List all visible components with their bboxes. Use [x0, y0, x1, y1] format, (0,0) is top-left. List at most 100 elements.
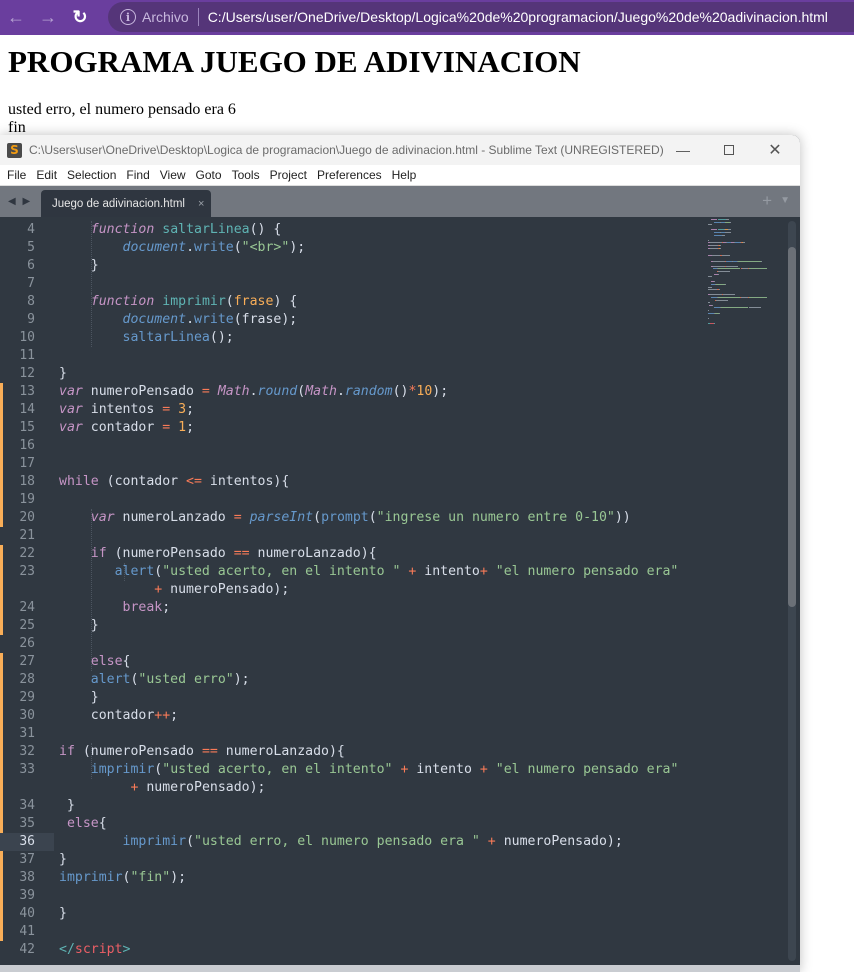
code-line[interactable]: 42 </script>	[0, 941, 700, 959]
tab-close-icon[interactable]: ×	[198, 198, 204, 210]
menu-tools[interactable]: Tools	[227, 168, 265, 182]
minimize-button[interactable]: —	[660, 135, 706, 165]
code-text: var numeroLanzado = parseInt(prompt("ing…	[59, 509, 631, 527]
back-button[interactable]: ←	[0, 0, 32, 35]
line-number: 27	[19, 654, 35, 669]
code-token: }	[59, 258, 99, 273]
code-token: "el numero pensado era"	[495, 762, 679, 777]
code-line[interactable]: 14 var intentos = 3;	[0, 401, 700, 419]
code-token: ;	[186, 420, 195, 435]
code-line[interactable]: 18 while (contador <= intentos){	[0, 473, 700, 491]
address-bar[interactable]: i Archivo C:/Users/user/OneDrive/Desktop…	[108, 2, 854, 32]
code-text: }	[59, 617, 99, 635]
menu-goto[interactable]: Goto	[191, 168, 227, 182]
code-line[interactable]: 24 break;	[0, 599, 700, 617]
code-line[interactable]: 17	[0, 455, 700, 473]
code-line[interactable]: 30 contador++;	[0, 707, 700, 725]
status-bar	[0, 965, 800, 972]
code-line[interactable]: 29 }	[0, 689, 700, 707]
menu-preferences[interactable]: Preferences	[312, 168, 387, 182]
scrollbar-thumb[interactable]	[788, 247, 796, 607]
minimap-line	[718, 312, 720, 314]
code-line[interactable]: 25 }	[0, 617, 700, 635]
menu-file[interactable]: File	[2, 168, 31, 182]
minimap-line	[708, 239, 709, 241]
window-titlebar[interactable]: S C:\Users\user\OneDrive\Desktop\Logica …	[0, 135, 800, 165]
minimap[interactable]	[708, 219, 786, 329]
code-line[interactable]: 37}	[0, 851, 700, 869]
minimap-line	[724, 284, 726, 285]
code-token: ))	[614, 510, 631, 525]
code-text: imprimir("usted erro, el numero pensado …	[59, 833, 623, 851]
sublime-logo-icon: S	[7, 142, 22, 158]
code-line[interactable]: 16	[0, 437, 700, 455]
minimap-line	[708, 302, 710, 304]
code-line[interactable]: 23 alert("usted acerto, en el intento " …	[0, 563, 700, 581]
code-line[interactable]: 40}	[0, 905, 700, 923]
code-line[interactable]: 21	[0, 527, 700, 545]
code-line[interactable]: + numeroPensado);	[0, 581, 700, 599]
close-button[interactable]: ✕	[752, 135, 798, 165]
menu-find[interactable]: Find	[121, 168, 154, 182]
maximize-button[interactable]	[706, 135, 752, 165]
code-line[interactable]: 32 if (numeroPensado == numeroLanzado){	[0, 743, 700, 761]
menu-project[interactable]: Project	[265, 168, 312, 182]
minimap-line	[715, 299, 728, 301]
code-line[interactable]: 38 imprimir("fin");	[0, 869, 700, 887]
menu-view[interactable]: View	[155, 168, 191, 182]
code-line[interactable]: 10 saltarLinea();	[0, 329, 700, 347]
menu-edit[interactable]: Edit	[31, 168, 62, 182]
code-token: script	[74, 942, 123, 957]
url-text[interactable]: C:/Users/user/OneDrive/Desktop/Logica%20…	[208, 9, 828, 25]
code-line[interactable]: 39	[0, 887, 700, 905]
tab-juego-de-adivinacion[interactable]: Juego de adivinacion.html ×	[41, 190, 211, 217]
code-line[interactable]: 15 var contador = 1;	[0, 419, 700, 437]
code-token: imprimir	[162, 294, 226, 309]
code-text: if (numeroPensado == numeroLanzado){	[59, 545, 377, 563]
tab-nav-arrows-icon[interactable]: ◀ ▶	[8, 196, 32, 207]
code-line[interactable]: 33 imprimir("usted acerto, en el intento…	[0, 761, 700, 779]
code-text: </script>	[59, 941, 130, 959]
code-text: alert("usted erro");	[59, 671, 250, 689]
new-tab-icon[interactable]: +	[762, 191, 772, 211]
code-text: }	[59, 365, 67, 383]
code-line[interactable]: 36 imprimir("usted erro, el numero pensa…	[0, 833, 700, 851]
reload-button[interactable]: ↻	[64, 0, 96, 35]
code-line[interactable]: 5 document.write("<br>");	[0, 239, 700, 257]
code-line[interactable]: 22 if (numeroPensado == numeroLanzado){	[0, 545, 700, 563]
code-line[interactable]: 12}	[0, 365, 700, 383]
code-line[interactable]: 4 function saltarLinea() {	[0, 221, 700, 239]
code-line[interactable]: 41	[0, 923, 700, 941]
tab-list-icon[interactable]: ▼	[780, 195, 790, 206]
info-icon[interactable]: i	[120, 9, 136, 25]
code-token: parseInt	[249, 510, 314, 525]
code-line[interactable]: 31	[0, 725, 700, 743]
code-line[interactable]: 13 var numeroPensado = Math.round(Math.ra…	[0, 383, 700, 401]
menu-selection[interactable]: Selection	[62, 168, 121, 182]
code-line[interactable]: 28 alert("usted erro");	[0, 671, 700, 689]
code-line[interactable]: 19	[0, 491, 700, 509]
code-line[interactable]: 11	[0, 347, 700, 365]
code-line[interactable]: 34 }	[0, 797, 700, 815]
code-line[interactable]: 26	[0, 635, 700, 653]
code-token: var	[90, 510, 115, 525]
code-text: contador++;	[59, 707, 178, 725]
code-token: frase	[233, 294, 274, 309]
code-token: 10	[416, 384, 433, 399]
menu-help[interactable]: Help	[387, 168, 422, 182]
forward-button[interactable]: →	[32, 0, 64, 35]
code-line[interactable]: 20 var numeroLanzado = parseInt(prompt("…	[0, 509, 700, 527]
code-line[interactable]: + numeroPensado);	[0, 779, 700, 797]
minimap-line	[715, 284, 725, 285]
code-line[interactable]: 35 else{	[0, 815, 700, 833]
code-text: var numeroPensado = Math.round(Math.rand…	[59, 383, 448, 401]
code-line[interactable]: 7	[0, 275, 700, 293]
code-line[interactable]: 6 }	[0, 257, 700, 275]
code-line[interactable]: 9 document.write(frase);	[0, 311, 700, 329]
code-editor[interactable]: 4 function saltarLinea() {5 document.wri…	[0, 217, 800, 965]
code-line[interactable]: 8 function imprimir(frase) {	[0, 293, 700, 311]
code-line[interactable]: 27 else{	[0, 653, 700, 671]
